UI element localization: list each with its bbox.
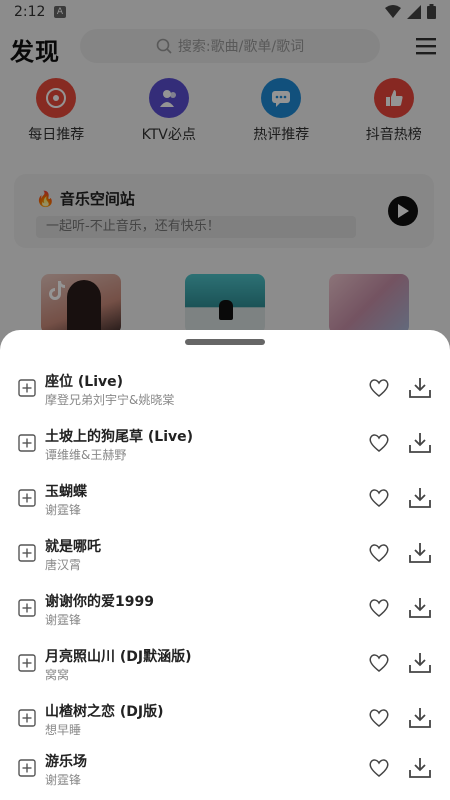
list-item[interactable]: 就是哪吒 唐汉霄 bbox=[0, 530, 450, 585]
add-to-playlist-icon[interactable] bbox=[18, 599, 36, 617]
song-title: 月亮照山川 (DJ默涵版) bbox=[45, 649, 192, 665]
song-artist: 摩登兄弟刘宇宁&姚晓棠 bbox=[45, 393, 175, 407]
add-to-playlist-icon[interactable] bbox=[18, 379, 36, 397]
download-icon[interactable] bbox=[408, 707, 432, 729]
add-to-playlist-icon[interactable] bbox=[18, 709, 36, 727]
heart-icon[interactable] bbox=[368, 758, 390, 778]
download-icon[interactable] bbox=[408, 652, 432, 674]
song-title: 土坡上的狗尾草 (Live) bbox=[45, 429, 194, 445]
heart-icon[interactable] bbox=[368, 653, 390, 673]
song-title: 座位 (Live) bbox=[45, 374, 124, 390]
list-item[interactable]: 山楂树之恋 (DJ版) 想早睡 bbox=[0, 695, 450, 750]
list-item[interactable]: 土坡上的狗尾草 (Live) 谭维维&王赫野 bbox=[0, 420, 450, 475]
download-icon[interactable] bbox=[408, 432, 432, 454]
download-icon[interactable] bbox=[408, 542, 432, 564]
heart-icon[interactable] bbox=[368, 543, 390, 563]
song-artist: 谢霆锋 bbox=[45, 613, 82, 627]
download-icon[interactable] bbox=[408, 757, 432, 779]
song-title: 谢谢你的爱1999 bbox=[45, 594, 154, 610]
add-to-playlist-icon[interactable] bbox=[18, 759, 36, 777]
add-to-playlist-icon[interactable] bbox=[18, 654, 36, 672]
sheet-drag-handle[interactable] bbox=[185, 339, 265, 345]
list-item[interactable]: 座位 (Live) 摩登兄弟刘宇宁&姚晓棠 bbox=[0, 365, 450, 420]
add-to-playlist-icon[interactable] bbox=[18, 489, 36, 507]
song-list-sheet: 座位 (Live) 摩登兄弟刘宇宁&姚晓棠 土坡上的狗尾草 (Live) 谭维维… bbox=[0, 330, 450, 800]
song-artist: 谢霆锋 bbox=[45, 503, 82, 517]
heart-icon[interactable] bbox=[368, 378, 390, 398]
song-title: 就是哪吒 bbox=[45, 539, 101, 555]
add-to-playlist-icon[interactable] bbox=[18, 544, 36, 562]
list-item[interactable]: 游乐场 谢霆锋 bbox=[0, 745, 450, 800]
song-artist: 谭维维&王赫野 bbox=[45, 448, 127, 462]
song-artist: 唐汉霄 bbox=[45, 558, 82, 572]
list-item[interactable]: 月亮照山川 (DJ默涵版) 窝窝 bbox=[0, 640, 450, 695]
list-item[interactable]: 谢谢你的爱1999 谢霆锋 bbox=[0, 585, 450, 640]
heart-icon[interactable] bbox=[368, 598, 390, 618]
heart-icon[interactable] bbox=[368, 433, 390, 453]
song-title: 玉蝴蝶 bbox=[45, 484, 87, 500]
list-item[interactable]: 玉蝴蝶 谢霆锋 bbox=[0, 475, 450, 530]
add-to-playlist-icon[interactable] bbox=[18, 434, 36, 452]
song-title: 游乐场 bbox=[45, 754, 87, 770]
song-artist: 想早睡 bbox=[45, 723, 82, 737]
song-artist: 谢霆锋 bbox=[45, 773, 82, 787]
download-icon[interactable] bbox=[408, 487, 432, 509]
download-icon[interactable] bbox=[408, 377, 432, 399]
heart-icon[interactable] bbox=[368, 708, 390, 728]
download-icon[interactable] bbox=[408, 597, 432, 619]
song-artist: 窝窝 bbox=[45, 668, 70, 682]
song-title: 山楂树之恋 (DJ版) bbox=[45, 704, 164, 720]
heart-icon[interactable] bbox=[368, 488, 390, 508]
